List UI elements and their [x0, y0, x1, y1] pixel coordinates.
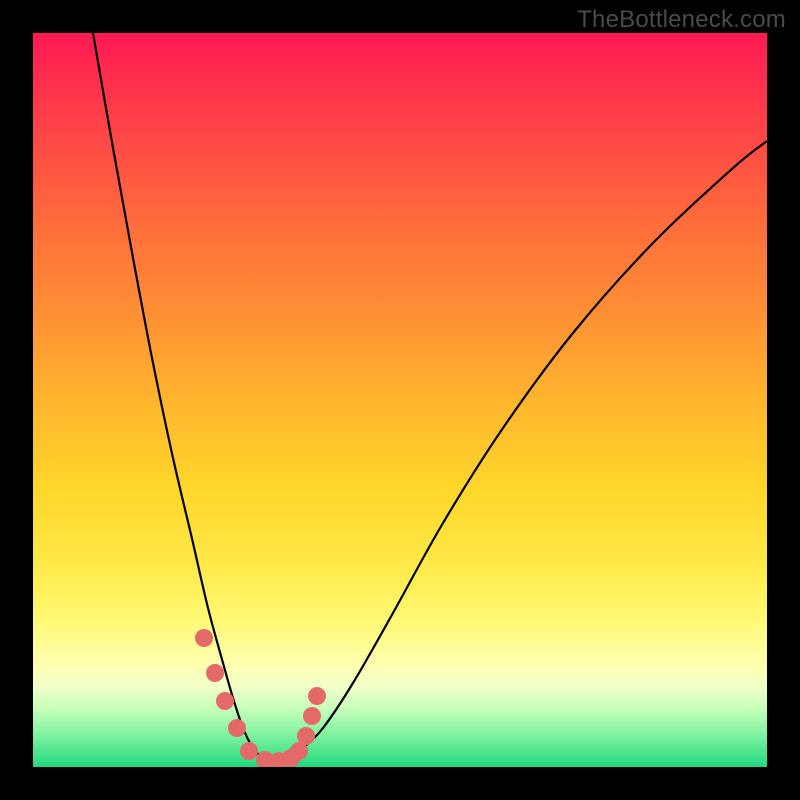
watermark-label: TheBottleneck.com	[577, 6, 786, 34]
bottleneck-curve-svg	[33, 33, 767, 767]
bottleneck-curve-path	[93, 33, 767, 761]
curve-marker	[206, 664, 224, 682]
curve-marker	[216, 692, 234, 710]
curve-marker	[228, 719, 246, 737]
curve-marker	[297, 727, 315, 745]
chart-plot-area	[33, 33, 767, 767]
curve-marker	[303, 707, 321, 725]
curve-marker	[195, 629, 213, 647]
curve-markers	[195, 629, 326, 767]
curve-marker	[308, 687, 326, 705]
curve-marker	[240, 742, 258, 760]
